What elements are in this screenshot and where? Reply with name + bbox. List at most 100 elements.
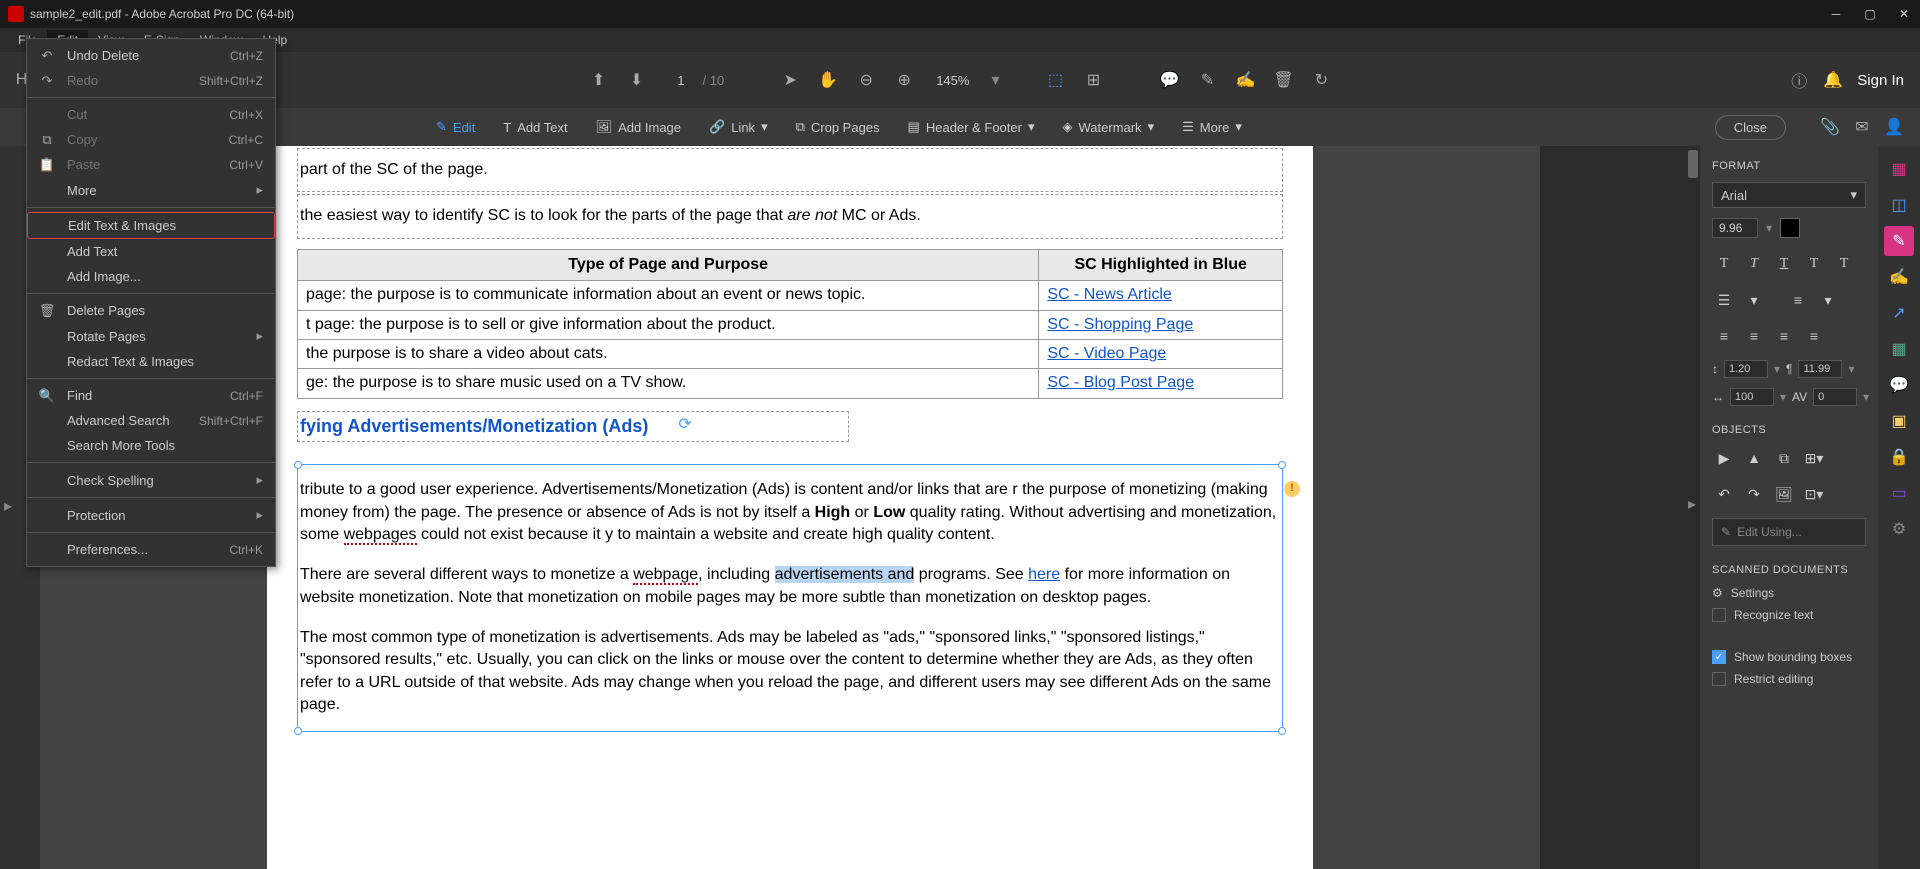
superscript-button[interactable]: T [1802,252,1826,276]
tracking-input[interactable] [1813,388,1857,406]
crop-pages-button[interactable]: ⧉Crop Pages [788,115,888,139]
sign-icon[interactable]: ✍ [1235,70,1255,90]
resize-handle[interactable] [1278,727,1286,735]
rotate-cw-button[interactable]: ↷ [1742,482,1766,506]
warning-icon[interactable]: ! [1284,481,1300,497]
menu-cut[interactable]: CutCtrl+X [27,102,275,127]
organize-icon[interactable]: ▦ [1884,334,1914,364]
align-left-button[interactable]: ≡ [1712,324,1736,348]
zoom-value[interactable]: 145% [932,73,973,88]
restrict-editing-row[interactable]: Restrict editing [1712,672,1866,686]
horizontal-scale-input[interactable] [1730,388,1774,406]
page-number-input[interactable] [665,73,685,88]
protect-icon[interactable]: 🔒 [1884,442,1914,472]
comment-icon[interactable]: 💬 [1159,70,1179,90]
page-up-button[interactable]: ⬆ [589,70,609,90]
resize-handle[interactable] [1278,461,1286,469]
link-button[interactable]: 🔗Link▾ [701,115,776,139]
rotate-icon[interactable]: ↻ [1311,70,1331,90]
doc-table[interactable]: Type of Page and PurposeSC Highlighted i… [297,249,1283,399]
resize-handle[interactable] [294,727,302,735]
rotate-handle-icon[interactable]: ⟳ [678,414,691,436]
chevron-down-icon[interactable]: ▾ [1774,362,1780,376]
flip-horizontal-button[interactable]: ▶ [1712,446,1736,470]
rotate-ccw-button[interactable]: ↶ [1712,482,1736,506]
fit-page-button[interactable]: ⊞ [1083,70,1103,90]
fit-width-button[interactable]: ⬚ [1045,70,1065,90]
settings-row[interactable]: ⚙Settings [1712,586,1866,600]
page-down-button[interactable]: ⬇ [627,70,647,90]
menu-add-image[interactable]: Add Image... [27,264,275,289]
bullet-list-button[interactable]: ☰ [1712,288,1736,312]
text-box[interactable]: part of the SC of the page. [297,148,1283,192]
chevron-down-icon[interactable]: ▾ [1848,362,1854,376]
more-button[interactable]: ☰More▾ [1174,115,1250,139]
menu-delete-pages[interactable]: 🗑Delete Pages [27,298,275,323]
export-pdf-icon[interactable]: ↗ [1884,298,1914,328]
menu-copy[interactable]: ⧉CopyCtrl+C [27,127,275,152]
expand-left-panel[interactable]: ▸ [4,496,12,516]
menu-search-more-tools[interactable]: Search More Tools [27,433,275,458]
hand-tool[interactable]: ✋ [818,70,838,90]
more-tools-icon[interactable]: ⚙ [1884,514,1914,544]
zoom-in-button[interactable]: ⊕ [894,70,914,90]
menu-find[interactable]: 🔍FindCtrl+F [27,383,275,408]
sign-tool-icon[interactable]: ✍ [1884,262,1914,292]
active-text-box[interactable]: ! tribute to a good user experience. Adv… [297,464,1283,732]
menu-check-spelling[interactable]: Check Spelling▸ [27,467,275,493]
chevron-down-icon[interactable]: ▾ [1863,390,1869,404]
zoom-out-button[interactable]: ⊖ [856,70,876,90]
menu-add-text[interactable]: Add Text [27,239,275,264]
highlight-icon[interactable]: ✎ [1197,70,1217,90]
show-boxes-row[interactable]: ✓Show bounding boxes [1712,650,1866,664]
combine-icon[interactable]: ◫ [1884,190,1914,220]
font-size-input[interactable] [1712,218,1758,238]
create-pdf-icon[interactable]: ▦ [1884,154,1914,184]
replace-image-button[interactable]: 🖼 [1772,482,1796,506]
align-right-button[interactable]: ≡ [1772,324,1796,348]
bold-button[interactable]: T [1712,252,1736,276]
zoom-dropdown-icon[interactable]: ▾ [991,70,999,90]
header-footer-button[interactable]: ▤Header & Footer▾ [900,115,1043,139]
edit-button[interactable]: ✎Edit [428,115,483,139]
add-image-button[interactable]: 🖼Add Image [588,115,689,139]
italic-button[interactable]: T [1742,252,1766,276]
minimize-button[interactable]: ─ [1828,6,1844,22]
scan-tool-icon[interactable]: ▣ [1884,406,1914,436]
user-icon[interactable]: 👤 [1884,117,1904,137]
line-spacing-input[interactable] [1724,360,1768,378]
menu-paste[interactable]: 📋PasteCtrl+V [27,152,275,177]
close-window-button[interactable]: ✕ [1896,6,1912,22]
text-box[interactable]: the easiest way to identify SC is to loo… [297,194,1283,238]
crop-object-button[interactable]: ⧉ [1772,446,1796,470]
para-spacing-input[interactable] [1798,360,1842,378]
chevron-down-icon[interactable]: ▾ [1780,390,1786,404]
menu-more[interactable]: More▸ [27,177,275,203]
add-text-button[interactable]: TAdd Text [495,116,575,139]
close-edit-button[interactable]: Close [1715,115,1786,140]
menu-rotate-pages[interactable]: Rotate Pages▸ [27,323,275,349]
collapse-right-panel[interactable]: ▸ [1688,494,1696,514]
menu-redo[interactable]: ↷RedoShift+Ctrl+Z [27,68,275,93]
maximize-button[interactable]: ▢ [1862,6,1878,22]
recognize-text-row[interactable]: Recognize text [1712,608,1866,622]
recognize-checkbox[interactable] [1712,608,1726,622]
resize-handle[interactable] [294,461,302,469]
menu-protection[interactable]: Protection▸ [27,502,275,528]
menu-undo[interactable]: ↶Undo DeleteCtrl+Z [27,43,275,68]
text-box[interactable]: fying Advertisements/Monetization (Ads) … [297,411,849,442]
watermark-button[interactable]: ◈Watermark▾ [1054,115,1162,139]
show-boxes-checkbox[interactable]: ✓ [1712,650,1726,664]
restrict-checkbox[interactable] [1712,672,1726,686]
subscript-button[interactable]: T [1832,252,1856,276]
menu-preferences[interactable]: Preferences...Ctrl+K [27,537,275,562]
align-object-button[interactable]: ⊞▾ [1802,446,1826,470]
pdf-page[interactable]: part of the SC of the page. the easiest … [267,146,1313,869]
form-icon[interactable]: ▭ [1884,478,1914,508]
attachment-icon[interactable]: 📎 [1820,117,1840,137]
underline-button[interactable]: T [1772,252,1796,276]
envelope-icon[interactable]: ✉ [1852,117,1872,137]
align-justify-button[interactable]: ≡ [1802,324,1826,348]
edit-pdf-icon[interactable]: ✎ [1884,226,1914,256]
arrange-button[interactable]: ⊡▾ [1802,482,1826,506]
